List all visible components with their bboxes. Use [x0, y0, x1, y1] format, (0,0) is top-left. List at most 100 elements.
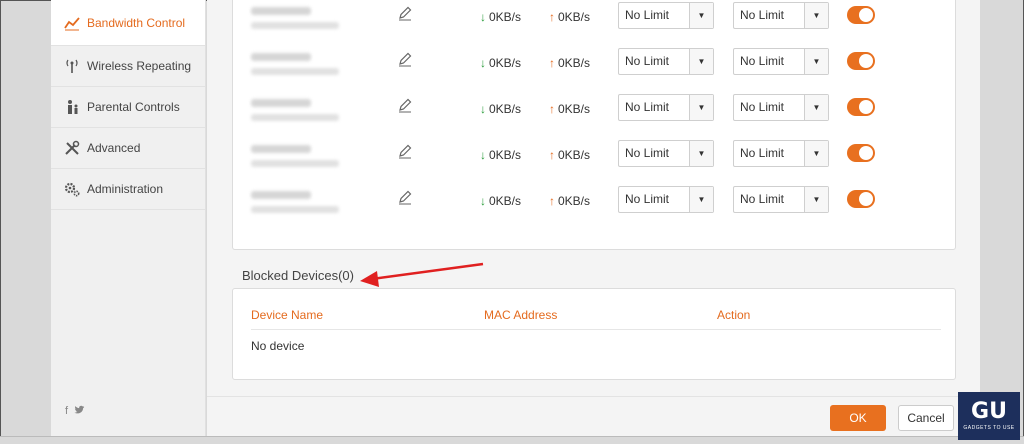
device-enable-toggle[interactable] — [847, 144, 875, 162]
upload-limit-select[interactable]: No Limit ▼ — [733, 48, 829, 75]
arrow-up-icon: ↑ — [549, 148, 555, 162]
device-name-redacted — [251, 99, 311, 107]
download-rate: ↓ 0KB/s — [480, 148, 522, 162]
arrow-down-icon: ↓ — [480, 148, 486, 162]
column-action: Action — [717, 308, 751, 322]
caret-down-icon: ▼ — [689, 141, 713, 166]
sidebar-item-label: Wireless Repeating — [87, 59, 192, 73]
arrow-down-icon: ↓ — [480, 194, 486, 208]
device-row: ↓ 0KB/s ↑ 0KB/s No Limit ▼ No Limit ▼ — [233, 138, 957, 184]
download-limit-select[interactable]: No Limit ▼ — [618, 186, 714, 213]
upload-limit-select[interactable]: No Limit ▼ — [733, 2, 829, 29]
edit-icon[interactable] — [397, 189, 413, 205]
download-limit-select[interactable]: No Limit ▼ — [618, 94, 714, 121]
upload-rate: ↑ 0KB/s — [549, 102, 591, 116]
arrow-down-icon: ↓ — [480, 10, 486, 24]
device-name-redacted — [251, 145, 311, 153]
watermark-logo: GU GADGETS TO USE — [958, 392, 1020, 440]
device-ip-redacted — [251, 22, 339, 29]
caret-down-icon: ▼ — [804, 187, 828, 212]
caret-down-icon: ▼ — [689, 3, 713, 28]
edit-icon[interactable] — [397, 5, 413, 21]
caret-down-icon: ▼ — [689, 95, 713, 120]
social-links: f — [65, 405, 85, 418]
upload-limit-select[interactable]: No Limit ▼ — [733, 186, 829, 213]
download-limit-select[interactable]: No Limit ▼ — [618, 2, 714, 29]
arrow-up-icon: ↑ — [549, 10, 555, 24]
device-ip-redacted — [251, 114, 339, 121]
download-rate: ↓ 0KB/s — [480, 56, 522, 70]
sidebar: Bandwidth Control Wireless Repeating Par… — [51, 0, 206, 436]
device-row: ↓ 0KB/s ↑ 0KB/s No Limit ▼ No Limit ▼ — [233, 184, 957, 230]
watermark-mark: GU — [971, 399, 1007, 424]
upload-rate: ↑ 0KB/s — [549, 194, 591, 208]
antenna-icon — [63, 57, 81, 75]
blocked-devices-title: Blocked Devices(0) — [242, 268, 354, 283]
caret-down-icon: ▼ — [804, 141, 828, 166]
sidebar-item-label: Administration — [87, 182, 164, 196]
arrow-down-icon: ↓ — [480, 102, 486, 116]
blocked-table-header: Device Name MAC Address Action — [251, 308, 941, 330]
device-ip-redacted — [251, 68, 339, 75]
device-row: ↓ 0KB/s ↑ 0KB/s No Limit ▼ No Limit ▼ — [233, 0, 957, 46]
facebook-icon[interactable]: f — [65, 405, 68, 418]
footer-bar: OK Cancel — [207, 396, 980, 436]
upload-limit-select[interactable]: No Limit ▼ — [733, 140, 829, 167]
download-rate: ↓ 0KB/s — [480, 194, 522, 208]
watermark-text: GADGETS TO USE — [963, 425, 1015, 431]
upload-rate: ↑ 0KB/s — [549, 148, 591, 162]
blocked-empty-text: No device — [251, 339, 305, 353]
arrow-up-icon: ↑ — [549, 194, 555, 208]
device-list-card: ↓ 0KB/s ↑ 0KB/s No Limit ▼ No Limit ▼ ↓ 0KB/s… — [232, 0, 956, 250]
arrow-up-icon: ↑ — [549, 56, 555, 70]
caret-down-icon: ▼ — [804, 49, 828, 74]
sidebar-item-advanced[interactable]: Advanced — [51, 128, 205, 169]
arrow-down-icon: ↓ — [480, 56, 486, 70]
chart-line-icon — [63, 14, 81, 32]
device-ip-redacted — [251, 160, 339, 167]
ok-button[interactable]: OK — [830, 405, 886, 431]
download-limit-select[interactable]: No Limit ▼ — [618, 140, 714, 167]
device-name-redacted — [251, 53, 311, 61]
download-limit-select[interactable]: No Limit ▼ — [618, 48, 714, 75]
column-mac-address: MAC Address — [484, 308, 558, 322]
twitter-icon[interactable] — [74, 405, 85, 418]
device-enable-toggle[interactable] — [847, 6, 875, 24]
sidebar-item-label: Bandwidth Control — [87, 15, 186, 30]
device-row: ↓ 0KB/s ↑ 0KB/s No Limit ▼ No Limit ▼ — [233, 92, 957, 138]
arrow-up-icon: ↑ — [549, 102, 555, 116]
device-enable-toggle[interactable] — [847, 98, 875, 116]
gears-icon — [63, 180, 81, 198]
sidebar-item-administration[interactable]: Administration — [51, 169, 205, 210]
cancel-button[interactable]: Cancel — [898, 405, 954, 431]
caret-down-icon: ▼ — [689, 49, 713, 74]
sidebar-item-bandwidth-control[interactable]: Bandwidth Control — [51, 0, 205, 46]
edit-icon[interactable] — [397, 51, 413, 67]
device-enable-toggle[interactable] — [847, 190, 875, 208]
tools-icon — [63, 139, 81, 157]
device-name-redacted — [251, 7, 311, 15]
sidebar-item-label: Advanced — [87, 141, 141, 155]
caret-down-icon: ▼ — [804, 3, 828, 28]
sidebar-item-label: Parental Controls — [87, 100, 180, 114]
upload-limit-select[interactable]: No Limit ▼ — [733, 94, 829, 121]
edit-icon[interactable] — [397, 97, 413, 113]
device-name-redacted — [251, 191, 311, 199]
device-row: ↓ 0KB/s ↑ 0KB/s No Limit ▼ No Limit ▼ — [233, 46, 957, 92]
upload-rate: ↑ 0KB/s — [549, 10, 591, 24]
edit-icon[interactable] — [397, 143, 413, 159]
device-enable-toggle[interactable] — [847, 52, 875, 70]
upload-rate: ↑ 0KB/s — [549, 56, 591, 70]
download-rate: ↓ 0KB/s — [480, 102, 522, 116]
right-gutter — [980, 0, 1023, 436]
caret-down-icon: ▼ — [804, 95, 828, 120]
sidebar-item-parental-controls[interactable]: Parental Controls — [51, 87, 205, 128]
download-rate: ↓ 0KB/s — [480, 10, 522, 24]
device-ip-redacted — [251, 206, 339, 213]
blocked-devices-card: Device Name MAC Address Action No device — [232, 288, 956, 380]
main-content: ↓ 0KB/s ↑ 0KB/s No Limit ▼ No Limit ▼ ↓ 0KB/s… — [207, 0, 980, 436]
bottom-strip — [0, 436, 1024, 444]
column-device-name: Device Name — [251, 308, 324, 322]
sidebar-item-wireless-repeating[interactable]: Wireless Repeating — [51, 46, 205, 87]
caret-down-icon: ▼ — [689, 187, 713, 212]
